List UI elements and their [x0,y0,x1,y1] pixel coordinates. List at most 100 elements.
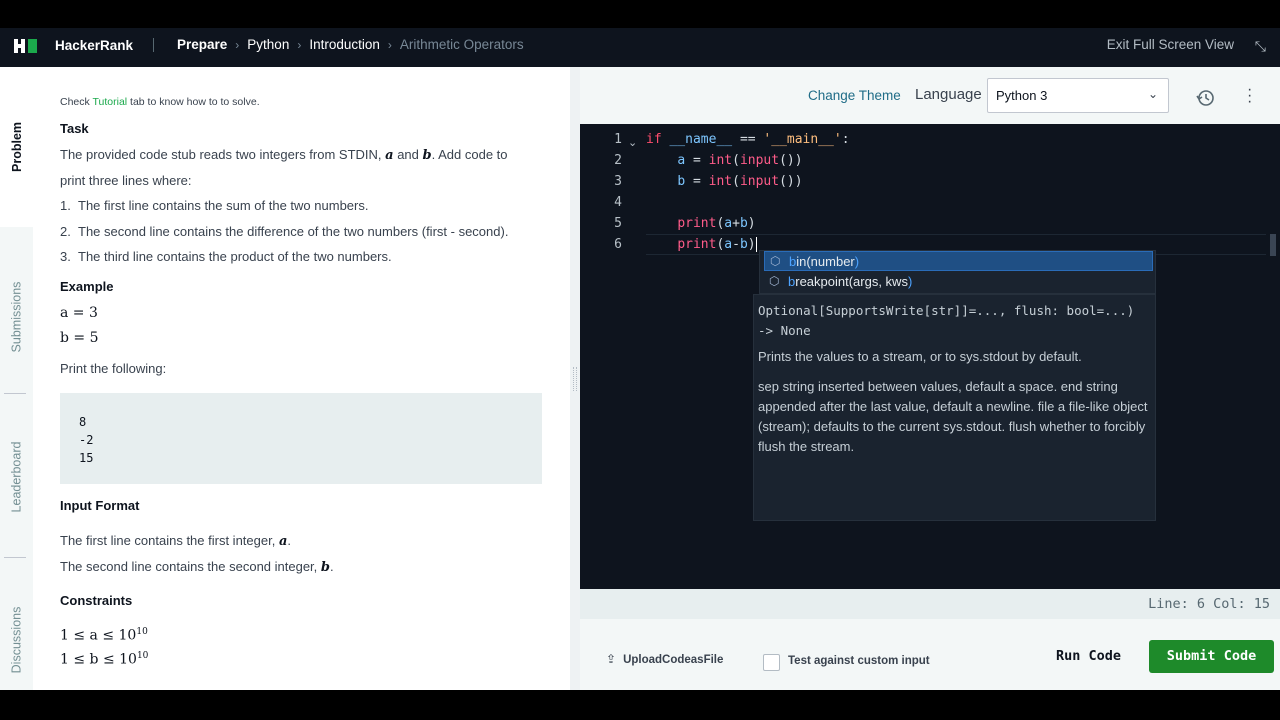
tab-problem[interactable]: Problem [0,67,33,227]
tab-submissions-label: Submissions [9,281,24,353]
constraint-a: 1 ≤ a ≤ 1010 [60,627,148,644]
more-options-icon[interactable]: · · · [1247,82,1252,110]
task-description-line2: print three lines where: [60,173,192,188]
task-text: The provided code stub reads two integer… [60,147,386,162]
var-b: b [320,560,330,575]
tutorial-link[interactable]: Tutorial [93,96,128,108]
fold-chevron-icon[interactable]: ⌄ [628,136,637,149]
constraint-text: 1 ≤ b ≤ 10 [60,651,137,668]
item-text: reakpoint(args, kws [795,274,908,289]
list-text: The second line contains the difference … [78,224,509,239]
brand-name[interactable]: HackerRank [55,38,133,53]
tip-prefix: Check [60,96,93,108]
tab-problem-label: Problem [9,121,24,173]
list-number: 3. [60,249,71,264]
task-description-line1: The provided code stub reads two integer… [60,147,508,163]
custom-input-checkbox[interactable] [763,654,780,671]
hackerrank-logo-icon[interactable] [14,39,38,53]
item-text: in(number [796,254,855,269]
upload-code-button[interactable]: ⇪ UploadCodeasFile [606,652,723,666]
upload-icon: ⇪ [606,652,617,666]
history-icon[interactable] [1196,88,1216,108]
code-editor[interactable]: 1 ⌄ 2 3 4 5 6 if __name__ == '__main__':… [580,124,1280,589]
input-text: The first line contains the first intege… [60,533,279,548]
breadcrumb-prepare[interactable]: Prepare [177,37,227,52]
editor-statusbar: Line: 6 Col: 15 [580,589,1280,619]
list-text: The first line contains the sum of the t… [78,198,369,213]
chevron-down-icon: ⌄ [1147,87,1158,101]
task-heading: Task [60,121,89,136]
exit-fullscreen-link[interactable]: Exit Full Screen View [1107,37,1234,52]
panel-splitter[interactable] [570,67,580,690]
list-item: 3. The third line contains the product of… [60,249,392,264]
close-paren: ) [907,274,913,289]
code-line: print(a-b) [677,237,757,252]
editor-toolbar: Change Theme Language Python 3 ⌄ · · · [580,67,1280,124]
drag-handle-icon[interactable] [573,367,577,391]
documentation-popup: Optional[SupportsWrite[str]]=..., flush:… [753,294,1156,521]
upload-label: UploadCodeasFile [623,654,724,666]
collapse-icon[interactable]: ⤡ [1255,38,1266,55]
scrollbar-thumb[interactable] [1270,234,1276,256]
chevron-right-icon: › [297,37,302,52]
line-number: 3 [614,174,622,189]
tab-leaderboard-label: Leaderboard [9,441,24,513]
tutorial-tip: Check Tutorial tab to know how to to sol… [60,96,260,108]
tab-divider [4,393,26,394]
output-line: -2 [79,433,94,447]
code-line: a = int(input()) [677,153,803,168]
breadcrumb-introduction[interactable]: Introduction [309,37,380,52]
close-paren: ) [854,254,860,269]
editor-panel: Change Theme Language Python 3 ⌄ · · · 1 ⌄… [580,67,1280,690]
list-number: 1. [60,198,71,213]
constraint-b: 1 ≤ b ≤ 1010 [60,651,148,668]
doc-params: sep string inserted between values, defa… [758,379,1148,454]
breadcrumb-python[interactable]: Python [247,37,289,52]
output-line: 8 [79,415,87,429]
line-number: 1 [614,132,622,147]
constraint-text: 1 ≤ a ≤ 10 [60,627,137,644]
example-b: b = 5 [60,330,99,346]
input-format-line2: The second line contains the second inte… [60,559,334,575]
period: . [287,533,291,548]
code-line: print(a+b) [677,216,756,231]
top-navbar: HackerRank Prepare › Python › Introducti… [0,28,1280,67]
input-text: The second line contains the second inte… [60,559,321,574]
change-theme-button[interactable]: Change Theme [808,88,901,103]
input-format-heading: Input Format [60,498,140,513]
language-select[interactable]: Python 3 ⌄ [987,78,1169,113]
custom-input-label[interactable]: Test against custom input [788,655,930,667]
tab-submissions[interactable]: Submissions [0,242,33,392]
var-b: b [422,148,432,163]
period: . [330,559,334,574]
line-number: 5 [614,216,622,231]
tab-divider [4,557,26,558]
var-a: a [385,148,394,163]
autocomplete-item[interactable]: ⬡ breakpoint(args, kws) [764,272,1153,292]
and-text: and [393,147,423,162]
run-code-button[interactable]: Run Code [1044,640,1133,673]
function-signature: Optional[SupportsWrite[str]]=..., flush:… [758,303,1135,338]
line-number: 6 [614,237,622,252]
task-text-end: . Add code to [431,147,508,162]
code-line: b = int(input()) [677,174,803,189]
input-format-line1: The first line contains the first intege… [60,533,291,549]
action-bar: ⇪ UploadCodeasFile Test against custom in… [580,619,1280,690]
tab-leaderboard[interactable]: Leaderboard [0,402,33,552]
autocomplete-list: ⬡ bin(number) ⬡ breakpoint(args, kws) [759,250,1156,294]
sample-output-box: 8 -2 15 [60,393,542,484]
letterbox-bottom [0,690,1280,720]
list-item: 1. The first line contains the sum of the… [60,198,368,213]
output-line: 15 [79,451,94,465]
chevron-right-icon: › [235,37,240,52]
autocomplete-item[interactable]: ⬡ bin(number) [764,251,1153,271]
problem-panel: Problem Submissions Leaderboard Discussi… [0,67,570,690]
nav-divider [153,38,154,52]
chevron-right-icon: › [387,37,392,52]
cube-icon: ⬡ [770,254,781,268]
breadcrumb: Prepare › Python › Introduction › Arithm… [177,37,524,52]
text-cursor [755,237,757,252]
list-number: 2. [60,224,71,239]
constraints-heading: Constraints [60,593,133,608]
submit-code-button[interactable]: Submit Code [1149,640,1274,673]
